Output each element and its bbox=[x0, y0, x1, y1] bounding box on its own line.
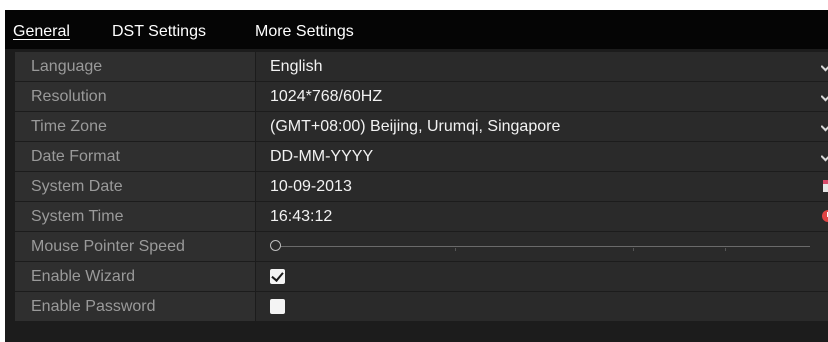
tab-bar: General DST Settings More Settings bbox=[5, 10, 828, 49]
system-date-label: System Date bbox=[15, 172, 255, 201]
enable-password-label: Enable Password bbox=[15, 292, 255, 321]
mouse-pointer-speed-label: Mouse Pointer Speed bbox=[15, 232, 255, 261]
date-format-value: DD-MM-YYYY bbox=[270, 148, 374, 165]
resolution-row: Resolution 1024*768/60HZ bbox=[15, 82, 828, 111]
time-zone-label: Time Zone bbox=[15, 112, 255, 141]
language-label: Language bbox=[15, 52, 255, 81]
checkmark-icon bbox=[271, 269, 284, 282]
date-format-row: Date Format DD-MM-YYYY bbox=[15, 142, 828, 171]
system-time-label: System Time bbox=[15, 202, 255, 231]
slider-track[interactable] bbox=[276, 246, 810, 247]
slider-tick bbox=[455, 248, 456, 251]
enable-password-checkbox[interactable] bbox=[270, 299, 285, 314]
time-zone-row: Time Zone (GMT+08:00) Beijing, Urumqi, S… bbox=[15, 112, 828, 141]
tab-dst-settings[interactable]: DST Settings bbox=[112, 23, 206, 41]
resolution-label: Resolution bbox=[15, 82, 255, 111]
slider-tick bbox=[725, 248, 726, 251]
language-value: English bbox=[270, 58, 323, 75]
system-date-value: 10-09-2013 bbox=[270, 178, 352, 195]
chevron-down-icon[interactable] bbox=[821, 112, 828, 141]
chevron-down-icon[interactable] bbox=[821, 52, 828, 81]
slider-handle[interactable] bbox=[270, 240, 281, 251]
enable-wizard-label: Enable Wizard bbox=[15, 262, 255, 291]
system-date-field[interactable]: 10-09-2013 bbox=[256, 172, 828, 201]
tab-more-settings[interactable]: More Settings bbox=[255, 23, 354, 41]
system-time-value: 16:43:12 bbox=[270, 208, 333, 225]
language-row: Language English bbox=[15, 52, 828, 81]
enable-wizard-cell bbox=[256, 262, 828, 291]
time-zone-select[interactable]: (GMT+08:00) Beijing, Urumqi, Singapore bbox=[256, 112, 828, 141]
system-time-field[interactable]: 16:43:12 bbox=[256, 202, 828, 231]
settings-window: General DST Settings More Settings Langu… bbox=[5, 10, 828, 342]
clock-icon[interactable] bbox=[822, 210, 828, 222]
chevron-down-icon[interactable] bbox=[821, 82, 828, 111]
system-time-row: System Time 16:43:12 bbox=[15, 202, 828, 231]
mouse-pointer-speed-cell bbox=[256, 232, 828, 261]
language-select[interactable]: English bbox=[256, 52, 828, 81]
system-date-row: System Date 10-09-2013 bbox=[15, 172, 828, 201]
tab-general[interactable]: General bbox=[13, 23, 70, 41]
mouse-pointer-speed-row: Mouse Pointer Speed bbox=[15, 232, 828, 261]
resolution-select[interactable]: 1024*768/60HZ bbox=[256, 82, 828, 111]
calendar-icon[interactable] bbox=[823, 180, 828, 192]
chevron-down-icon[interactable] bbox=[821, 142, 828, 171]
date-format-label: Date Format bbox=[15, 142, 255, 171]
mouse-pointer-speed-slider[interactable] bbox=[270, 232, 810, 261]
enable-wizard-checkbox[interactable] bbox=[270, 269, 285, 284]
resolution-value: 1024*768/60HZ bbox=[270, 88, 383, 105]
date-format-select[interactable]: DD-MM-YYYY bbox=[256, 142, 828, 171]
settings-list: Language English Resolution 1024*768/60H… bbox=[15, 52, 828, 322]
time-zone-value: (GMT+08:00) Beijing, Urumqi, Singapore bbox=[270, 118, 561, 135]
enable-password-row: Enable Password bbox=[15, 292, 828, 321]
enable-password-cell bbox=[256, 292, 828, 321]
slider-tick bbox=[633, 248, 634, 251]
enable-wizard-row: Enable Wizard bbox=[15, 262, 828, 291]
